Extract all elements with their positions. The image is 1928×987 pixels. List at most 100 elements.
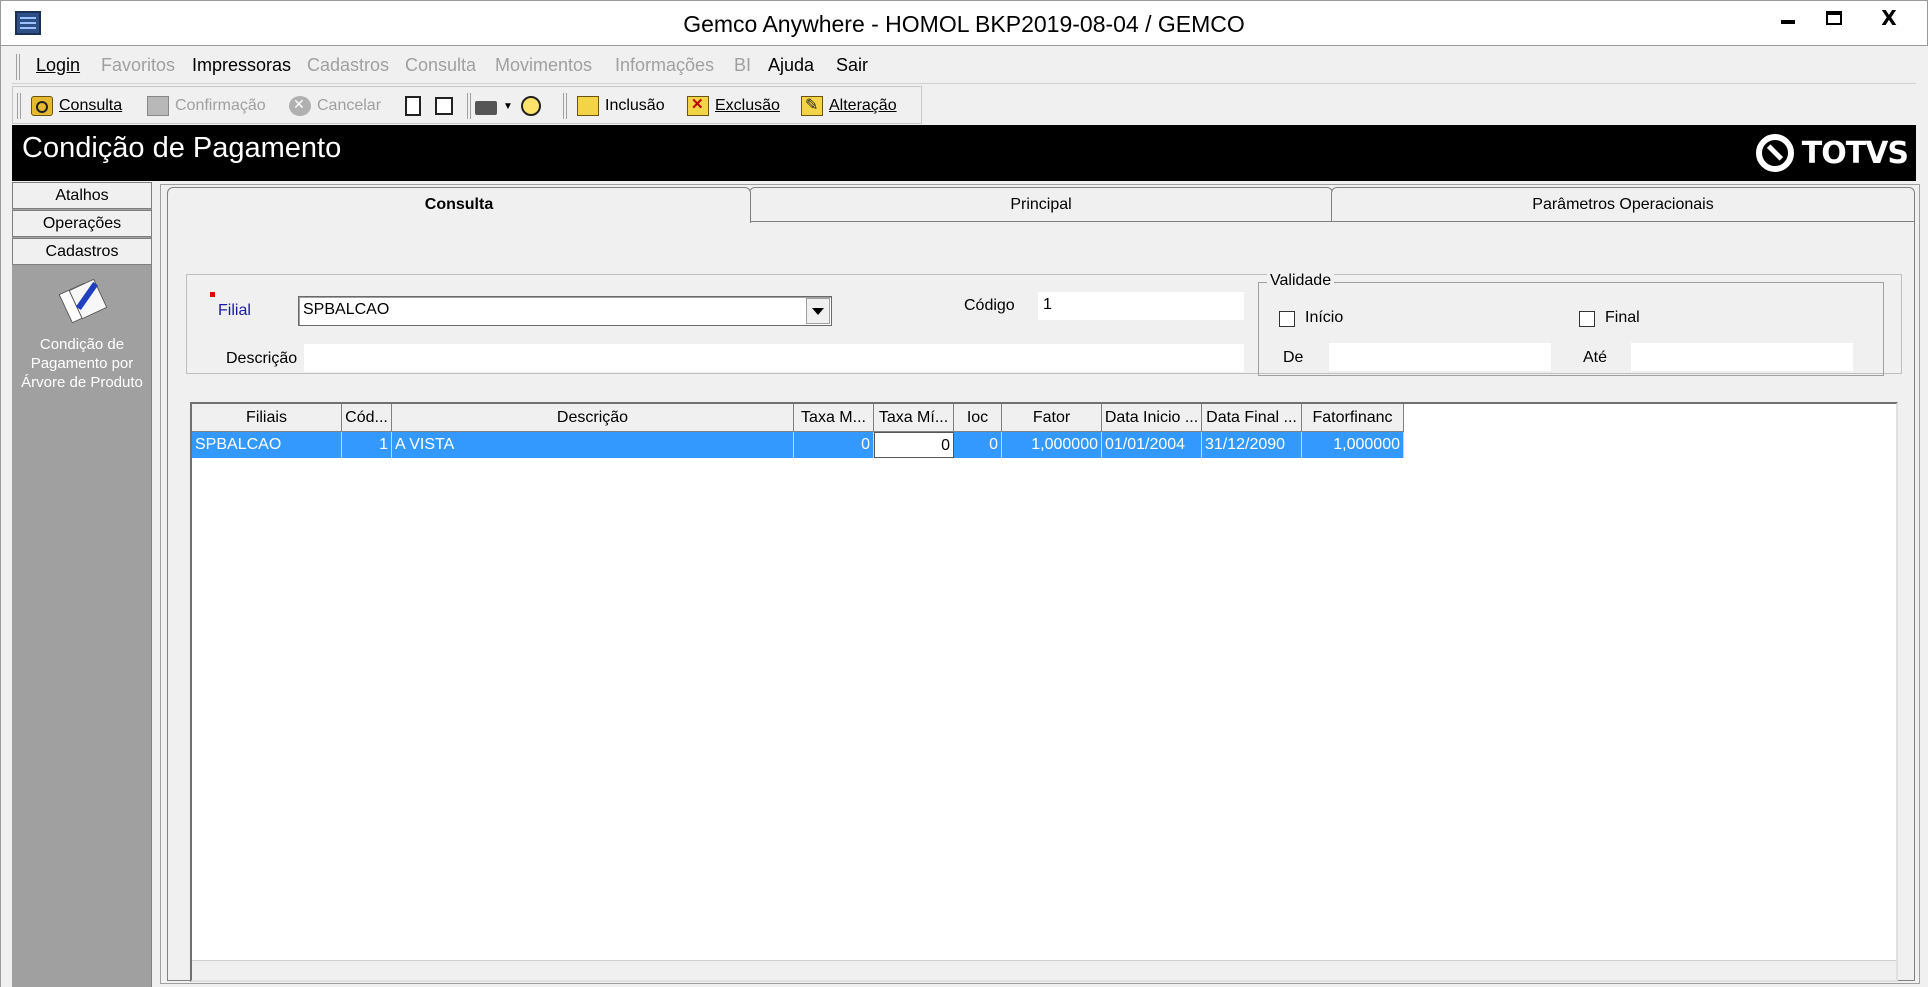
window-title: Gemco Anywhere - HOMOL BKP2019-08-04 / G… bbox=[683, 11, 1245, 37]
menu-consulta[interactable]: Consulta bbox=[405, 55, 476, 76]
menu-bi[interactable]: BI bbox=[734, 55, 751, 76]
chevron-down-icon[interactable] bbox=[806, 298, 830, 324]
consulta-button[interactable]: Consulta bbox=[31, 93, 122, 119]
nav-item-condicao-pagamento-arvore[interactable]: Condição de Pagamento por Árvore de Prod… bbox=[12, 277, 152, 392]
print-icon bbox=[475, 101, 497, 115]
inicio-label: Início bbox=[1305, 309, 1344, 326]
results-grid: Filiais Cód... Descrição Taxa M... Taxa … bbox=[190, 402, 1898, 982]
ate-label: Até bbox=[1583, 349, 1608, 366]
window-border bbox=[0, 46, 12, 987]
cell-fatorfinanc[interactable]: 1,000000 bbox=[1302, 432, 1404, 458]
menu-favoritos[interactable]: Favoritos bbox=[101, 55, 175, 76]
cell-ioc[interactable]: 0 bbox=[954, 432, 1002, 458]
page-title: Condição de Pagamento bbox=[22, 132, 342, 164]
column-header-ioc[interactable]: Ioc bbox=[954, 404, 1002, 432]
cancelar-label: Cancelar bbox=[317, 97, 382, 114]
exclusao-icon bbox=[687, 95, 709, 116]
query-help-button[interactable] bbox=[521, 93, 547, 119]
totvs-logo-text: TOTVS bbox=[1801, 135, 1909, 171]
codigo-label: Código bbox=[964, 297, 1015, 314]
maximize-button[interactable] bbox=[1811, 1, 1857, 35]
de-date-field[interactable] bbox=[1329, 343, 1551, 371]
consulta-icon bbox=[31, 96, 53, 116]
menu-informacoes[interactable]: Informações bbox=[615, 55, 714, 76]
nav-atalhos-button[interactable]: Atalhos bbox=[12, 182, 152, 209]
inclusao-label: Inclusão bbox=[605, 97, 665, 114]
consulta-label: Consulta bbox=[59, 97, 123, 114]
cell-taxa-minima-editor[interactable]: 0 bbox=[874, 432, 954, 458]
column-header-filiais[interactable]: Filiais bbox=[192, 404, 342, 432]
menu-impressoras[interactable]: Impressoras bbox=[192, 55, 291, 76]
print-button[interactable]: ▼ bbox=[475, 93, 513, 119]
nav-item-label: Condição de Pagamento por Árvore de Prod… bbox=[21, 336, 143, 391]
filial-select[interactable]: SPBALCAO bbox=[298, 296, 832, 326]
de-label: De bbox=[1283, 349, 1304, 366]
tab-panel-consulta: Filial SPBALCAO Código 1 Descrição Valid… bbox=[167, 221, 1915, 982]
toolbar-separator bbox=[563, 93, 567, 119]
cell-descricao[interactable]: A VISTA bbox=[392, 432, 794, 458]
main-panel: Consulta Principal Parâmetros Operaciona… bbox=[160, 184, 1920, 984]
menu-movimentos[interactable]: Movimentos bbox=[495, 55, 592, 76]
tab-parametros-operacionais[interactable]: Parâmetros Operacionais bbox=[1331, 187, 1915, 221]
tab-consulta[interactable]: Consulta bbox=[167, 187, 751, 223]
inicio-checkbox[interactable] bbox=[1279, 311, 1295, 327]
column-header-codigo[interactable]: Cód... bbox=[342, 404, 392, 432]
maximize-icon bbox=[1826, 11, 1842, 25]
descricao-field[interactable] bbox=[304, 344, 1244, 372]
alteracao-label: Alteração bbox=[829, 97, 897, 114]
cell-data-final[interactable]: 31/12/2090 bbox=[1202, 432, 1302, 458]
cell-taxa-m[interactable]: 0 bbox=[794, 432, 874, 458]
column-header-data-final[interactable]: Data Final ... bbox=[1202, 404, 1302, 432]
alteracao-button[interactable]: Alteração bbox=[801, 93, 897, 119]
ate-date-field[interactable] bbox=[1631, 343, 1853, 371]
cancelar-button[interactable]: Cancelar bbox=[289, 93, 381, 119]
totvs-logo-icon bbox=[1755, 134, 1794, 172]
toolbar-separator bbox=[467, 93, 471, 119]
filial-label: Filial bbox=[218, 302, 251, 319]
column-header-data-inicio[interactable]: Data Inicio ... bbox=[1102, 404, 1202, 432]
new-document-icon bbox=[405, 96, 421, 116]
menu-login-label: Login bbox=[36, 55, 81, 75]
column-header-fator[interactable]: Fator bbox=[1002, 404, 1102, 432]
menu-sair[interactable]: Sair bbox=[836, 55, 868, 76]
nav-operacoes-button[interactable]: Operações bbox=[12, 210, 152, 237]
save-icon bbox=[147, 96, 169, 116]
column-header-fatorfinanc[interactable]: Fatorfinanc bbox=[1302, 404, 1404, 432]
menu-login[interactable]: Login bbox=[36, 55, 80, 76]
filial-select-value: SPBALCAO bbox=[303, 301, 390, 318]
menu-grip[interactable] bbox=[16, 54, 20, 80]
cell-fator[interactable]: 1,000000 bbox=[1002, 432, 1102, 458]
query-help-icon bbox=[521, 96, 541, 116]
codigo-field[interactable]: 1 bbox=[1038, 292, 1244, 320]
final-checkbox[interactable] bbox=[1579, 311, 1595, 327]
menu-cadastros[interactable]: Cadastros bbox=[307, 55, 389, 76]
copy-document-button[interactable] bbox=[435, 93, 459, 119]
minimize-button[interactable] bbox=[1765, 1, 1811, 35]
totvs-logo: TOTVS bbox=[1755, 133, 1909, 173]
title-bar: Gemco Anywhere - HOMOL BKP2019-08-04 / G… bbox=[0, 0, 1928, 46]
document-edit-icon bbox=[58, 277, 108, 325]
nav-cadastros-button[interactable]: Cadastros bbox=[12, 238, 152, 265]
cell-filiais[interactable]: SPBALCAO bbox=[192, 432, 342, 458]
inclusao-icon bbox=[577, 96, 599, 116]
confirmacao-label: Confirmação bbox=[175, 97, 266, 114]
confirmacao-button[interactable]: Confirmação bbox=[147, 93, 266, 119]
menu-ajuda[interactable]: Ajuda bbox=[768, 55, 814, 76]
column-header-taxa-m[interactable]: Taxa M... bbox=[794, 404, 874, 432]
toolbar-grip[interactable] bbox=[17, 93, 21, 119]
minimize-icon bbox=[1781, 20, 1795, 24]
cell-data-inicio[interactable]: 01/01/2004 bbox=[1102, 432, 1202, 458]
table-row[interactable]: SPBALCAO 1 A VISTA 0 0 0 1,000000 01/01/… bbox=[192, 432, 1404, 458]
validade-group: Validade Início Final De Até bbox=[1258, 272, 1884, 376]
inclusao-button[interactable]: Inclusão bbox=[577, 93, 665, 119]
exclusao-button[interactable]: Exclusão bbox=[687, 93, 780, 119]
grid-header: Filiais Cód... Descrição Taxa M... Taxa … bbox=[192, 404, 1404, 432]
column-header-descricao[interactable]: Descrição bbox=[392, 404, 794, 432]
close-button[interactable]: X bbox=[1857, 1, 1921, 35]
print-dropdown-icon[interactable]: ▼ bbox=[503, 101, 513, 112]
exclusao-label: Exclusão bbox=[715, 97, 780, 114]
tab-principal[interactable]: Principal bbox=[749, 187, 1333, 221]
new-document-button[interactable] bbox=[405, 93, 427, 119]
column-header-taxa-minima[interactable]: Taxa Mí... bbox=[874, 404, 954, 432]
cell-codigo[interactable]: 1 bbox=[342, 432, 392, 458]
